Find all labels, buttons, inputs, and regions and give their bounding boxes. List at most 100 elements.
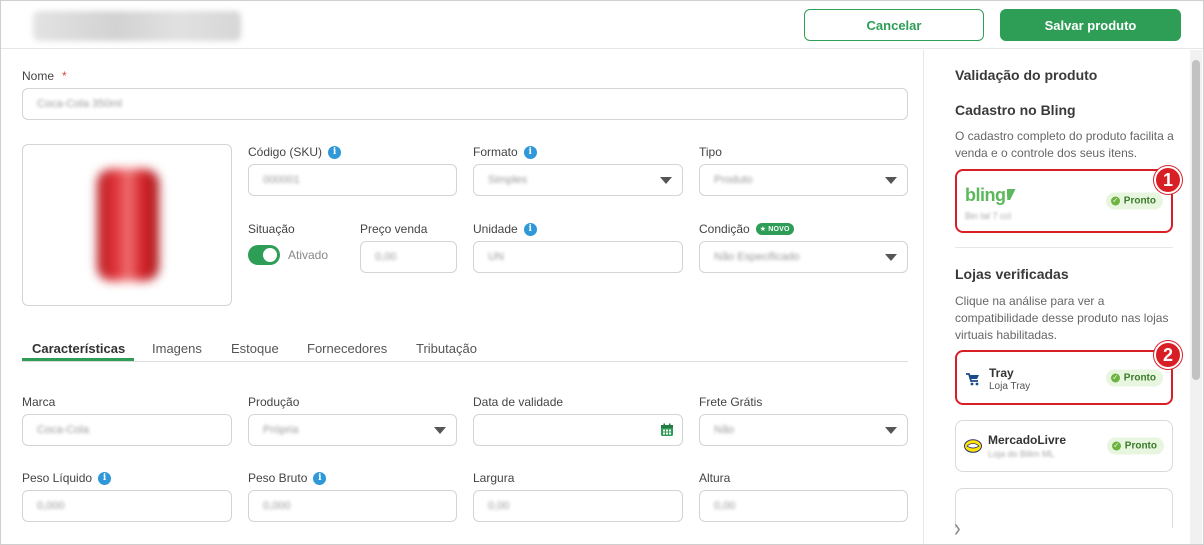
altura-label-text: Altura <box>699 471 731 485</box>
product-title-blurred <box>33 11 241 41</box>
info-icon[interactable]: i <box>523 222 537 236</box>
bling-card[interactable]: bling Bin tal 7 ccl ✓ Pronto <box>955 169 1173 233</box>
frete-label-text: Frete Grátis <box>699 395 763 409</box>
tab-tributacao[interactable]: Tributação <box>416 341 477 356</box>
chevron-down-icon <box>660 177 672 184</box>
store-card-mercadolivre[interactable]: MercadoLivre Loja do Bilim ML ✓ Pronto <box>955 420 1173 472</box>
scrollbar[interactable] <box>1190 50 1202 544</box>
sku-input[interactable]: 000001 <box>248 164 457 196</box>
situacao-label: Situação <box>248 222 295 236</box>
unidade-input[interactable]: UN <box>473 241 683 273</box>
stores-heading: Lojas verificadas <box>955 266 1069 282</box>
producao-value: Própria <box>263 424 299 436</box>
calendar-icon[interactable] <box>660 423 674 437</box>
info-icon[interactable]: i <box>98 471 112 485</box>
largura-value: 0,00 <box>488 500 510 512</box>
peso-bruto-label-text: Peso Bruto <box>248 471 308 485</box>
store-name: MercadoLivre <box>988 433 1067 447</box>
store-card-partial[interactable] <box>955 488 1173 528</box>
check-icon: ✓ <box>1111 441 1121 451</box>
preco-label-text: Preço venda <box>360 222 428 236</box>
tab-bar: Características Imagens Estoque Forneced… <box>22 336 908 362</box>
nome-value: Coca-Cola 350ml <box>37 98 122 110</box>
preco-input[interactable]: 0,00 <box>360 241 457 273</box>
largura-input[interactable]: 0,00 <box>473 490 683 522</box>
status-text: Pronto <box>1123 195 1156 207</box>
frete-value: Não <box>714 424 735 436</box>
nome-input[interactable]: Coca-Cola 350ml <box>22 88 908 120</box>
check-icon: ✓ <box>1110 373 1120 382</box>
chevron-down-icon <box>885 177 897 184</box>
producao-label-text: Produção <box>248 395 300 409</box>
save-product-button[interactable]: Salvar produto <box>1000 9 1181 41</box>
peso-bruto-label: Peso Bruto i <box>248 471 327 485</box>
scrollbar-thumb[interactable] <box>1192 60 1200 380</box>
chevron-down-icon <box>885 427 897 434</box>
producao-select[interactable]: Própria <box>248 414 457 446</box>
chevron-down-icon <box>885 254 897 261</box>
condicao-label: Condição ★ NOVO <box>699 222 794 236</box>
altura-value: 0,00 <box>714 500 736 512</box>
annotation-marker-2: 2 <box>1154 341 1182 369</box>
status-badge: ✓ Pronto <box>1105 192 1163 210</box>
validade-input[interactable] <box>473 414 683 446</box>
bling-logo: bling <box>965 185 1016 206</box>
sku-label-text: Código (SKU) <box>248 145 323 159</box>
unidade-label: Unidade i <box>473 222 537 236</box>
tab-fornecedores[interactable]: Fornecedores <box>307 341 387 356</box>
validade-label: Data de validade <box>473 395 563 409</box>
peso-bruto-value: 0,000 <box>263 500 291 512</box>
status-badge: ✓ Pronto <box>1105 369 1163 386</box>
active-tab-indicator <box>22 358 134 361</box>
product-can-image <box>97 169 159 281</box>
unidade-value: UN <box>488 251 504 263</box>
tipo-label-text: Tipo <box>699 145 722 159</box>
bling-logo-text: bling <box>965 185 1006 205</box>
tray-logo-icon <box>966 373 979 386</box>
product-form: Nome * Coca-Cola 350ml Código (SKU) i 000… <box>1 50 924 544</box>
marca-value: Coca-Cola <box>37 424 89 436</box>
info-icon[interactable]: i <box>523 145 537 159</box>
tab-imagens[interactable]: Imagens <box>152 341 202 356</box>
product-image[interactable] <box>22 144 232 306</box>
chevron-right-icon[interactable]: › <box>954 515 961 544</box>
peso-bruto-input[interactable]: 0,000 <box>248 490 457 522</box>
store-name: Tray <box>989 366 1014 380</box>
situacao-label-text: Situação <box>248 222 295 236</box>
formato-value: Simples <box>488 174 528 186</box>
tipo-label: Tipo <box>699 145 722 159</box>
peso-liquido-label-text: Peso Líquido <box>22 471 93 485</box>
info-icon[interactable]: i <box>328 145 342 159</box>
top-bar: Cancelar Salvar produto <box>1 1 1203 49</box>
marca-input[interactable]: Coca-Cola <box>22 414 232 446</box>
sku-value: 000001 <box>263 174 300 186</box>
tab-estoque[interactable]: Estoque <box>231 341 279 356</box>
condicao-select[interactable]: Não Especificado <box>699 241 908 273</box>
frete-select[interactable]: Não <box>699 414 908 446</box>
condicao-label-text: Condição <box>699 222 750 236</box>
nome-label-text: Nome <box>22 69 55 83</box>
condicao-value: Não Especificado <box>714 251 800 263</box>
annotation-marker-1: 1 <box>1154 166 1182 194</box>
info-icon[interactable]: i <box>313 471 327 485</box>
mercadolivre-logo-icon <box>964 439 982 453</box>
section-divider <box>955 247 1173 248</box>
peso-liquido-input[interactable]: 0,000 <box>22 490 232 522</box>
store-subtitle: Loja do Bilim ML <box>988 449 1055 459</box>
formato-select[interactable]: Simples <box>473 164 683 196</box>
tipo-select[interactable]: Produto <box>699 164 908 196</box>
altura-input[interactable]: 0,00 <box>699 490 908 522</box>
unidade-label-text: Unidade <box>473 222 518 236</box>
formato-label: Formato i <box>473 145 537 159</box>
tab-caracteristicas[interactable]: Características <box>32 341 125 356</box>
formato-label-text: Formato <box>473 145 518 159</box>
cancel-button[interactable]: Cancelar <box>804 9 984 41</box>
producao-label: Produção <box>248 395 299 409</box>
chevron-down-icon <box>434 427 446 434</box>
store-card-tray[interactable]: Tray Loja Tray ✓ Pronto <box>955 350 1173 405</box>
sku-label: Código (SKU) i <box>248 145 342 159</box>
bling-description: O cadastro completo do produto facilita … <box>955 129 1174 160</box>
preco-value: 0,00 <box>375 251 397 263</box>
situacao-toggle[interactable] <box>248 245 280 265</box>
marca-label-text: Marca <box>22 395 56 409</box>
